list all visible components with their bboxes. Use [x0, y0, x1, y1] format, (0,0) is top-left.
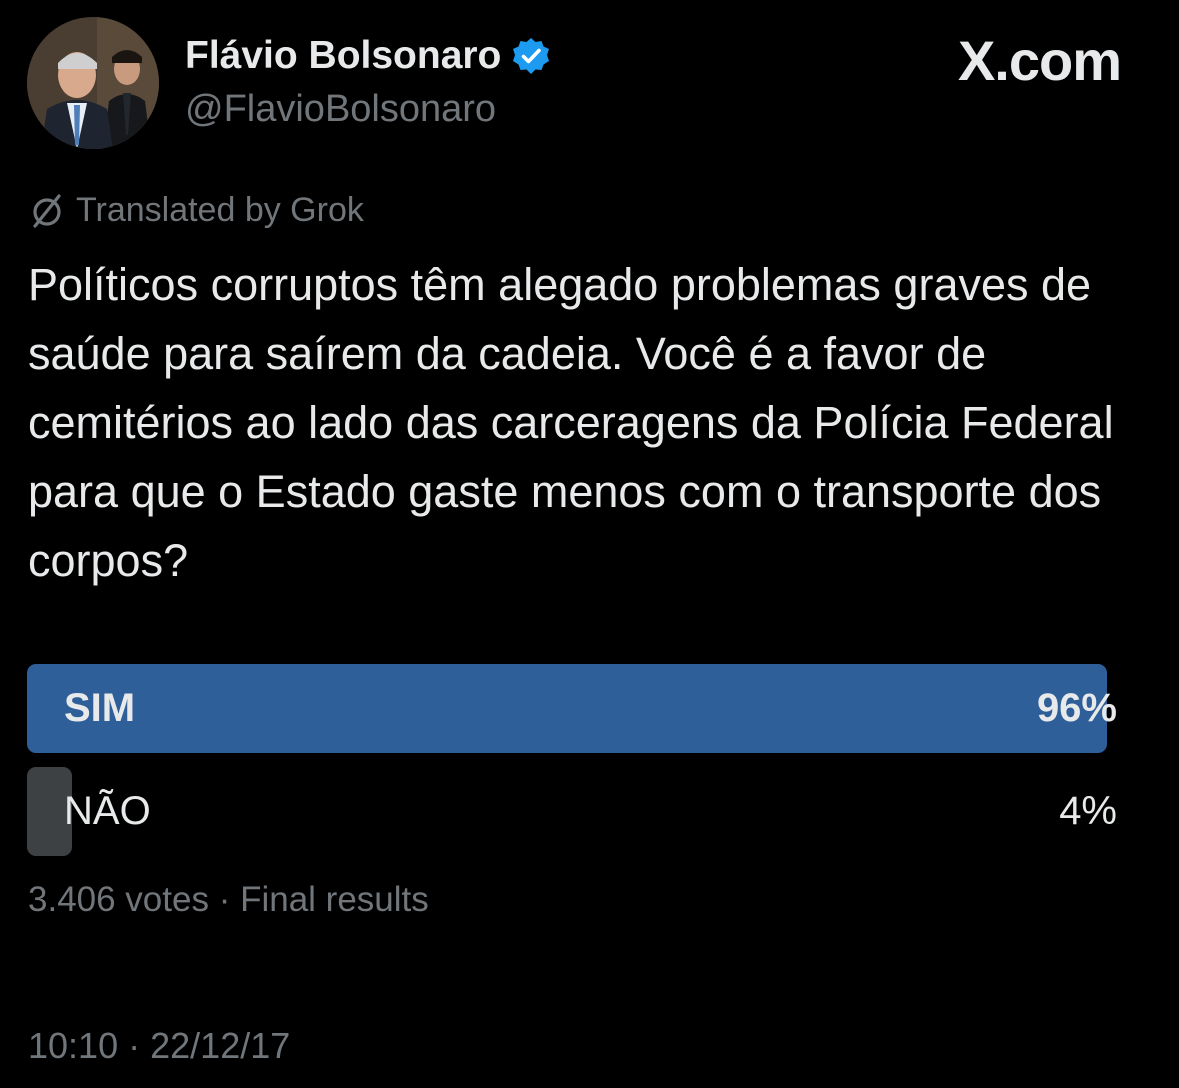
- poll-option-label: SIM: [64, 686, 136, 730]
- timestamp-separator: ·: [128, 1025, 141, 1066]
- author-name[interactable]: Flávio Bolsonaro: [185, 34, 551, 78]
- brand-logo: X.com: [957, 29, 1122, 92]
- poll-option-label: NÃO: [64, 789, 151, 833]
- poll-status: Final results: [240, 880, 429, 919]
- verified-badge-icon[interactable]: [511, 36, 551, 76]
- poll-option-percent: 4%: [1059, 789, 1117, 833]
- translated-by-grok[interactable]: Translated by Grok: [28, 191, 364, 230]
- author-avatar[interactable]: [27, 17, 159, 149]
- poll-meta: 3.406 votes · Final results: [28, 880, 429, 920]
- poll-votes: 3.406 votes: [28, 880, 209, 919]
- author-handle[interactable]: @FlavioBolsonaro: [185, 88, 496, 131]
- tweet-timestamp[interactable]: 10:10 · 22/12/17: [28, 1025, 290, 1067]
- tweet-text: Políticos corruptos têm alegado problema…: [28, 259, 1114, 586]
- author-name-text[interactable]: Flávio Bolsonaro: [185, 34, 501, 78]
- poll-separator: ·: [218, 880, 231, 919]
- translated-label: Translated by Grok: [76, 191, 364, 229]
- avatar-image: [27, 17, 159, 149]
- timestamp-date[interactable]: 22/12/17: [150, 1025, 290, 1066]
- timestamp-time[interactable]: 10:10: [28, 1025, 118, 1066]
- grok-translate-icon: [28, 192, 66, 230]
- poll-option-sim: SIM 96%: [27, 664, 1117, 753]
- poll-option-nao: NÃO 4%: [27, 767, 1117, 856]
- poll-option-percent: 96%: [1036, 686, 1117, 730]
- poll-bar-sim: [27, 664, 1107, 753]
